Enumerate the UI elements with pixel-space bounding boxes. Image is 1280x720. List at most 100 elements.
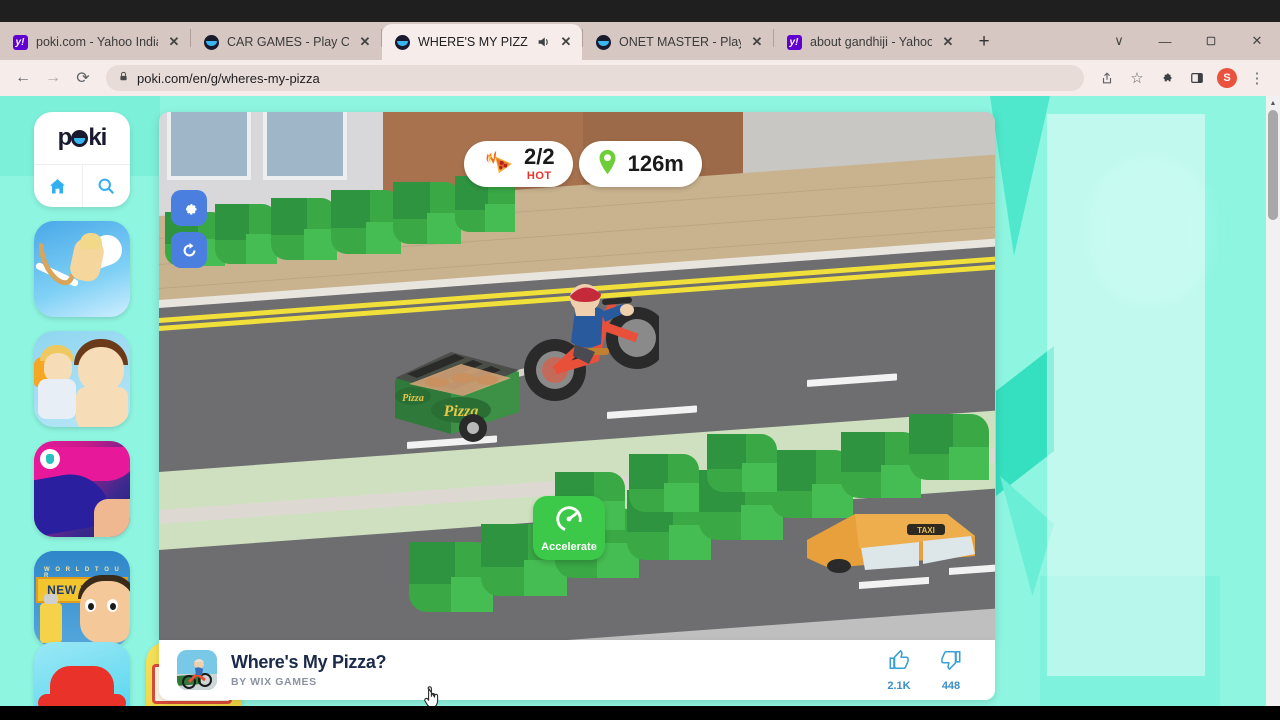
close-icon[interactable]: ✕	[357, 34, 373, 50]
hud-pizza-status: 2/2 HOT	[464, 141, 573, 187]
flaming-pizza-icon	[482, 148, 514, 181]
bush	[909, 414, 989, 480]
character-eye	[107, 599, 118, 612]
profile-avatar[interactable]: S	[1212, 63, 1242, 93]
side-panel-icon[interactable]	[1182, 63, 1212, 93]
like-button[interactable]: 2.1K	[873, 649, 925, 692]
minimize-button[interactable]: —	[1142, 22, 1188, 60]
pizza-state: HOT	[526, 170, 552, 182]
poki-o-glyph	[71, 130, 89, 147]
browser-menu-icon[interactable]: ⋮	[1242, 63, 1272, 93]
tab-title: poki.com - Yahoo India Se	[36, 35, 158, 49]
thumbs-up-icon	[888, 649, 910, 676]
close-icon[interactable]: ✕	[940, 34, 956, 50]
poki-icon	[394, 34, 410, 50]
tab-title: WHERE'S MY PIZZA?	[418, 35, 528, 49]
scrollbar-thumb[interactable]	[1268, 110, 1278, 220]
bush	[629, 454, 699, 512]
game-thumbnail[interactable]	[177, 650, 217, 690]
window-pane	[167, 112, 251, 180]
maximize-button[interactable]	[1188, 22, 1234, 60]
character-body	[76, 387, 128, 427]
game-hud: 2/2 HOT 126m	[464, 141, 702, 187]
restart-button[interactable]	[171, 232, 207, 268]
yahoo-icon: y!	[786, 34, 802, 50]
lock-icon	[118, 71, 129, 85]
page-content: A D V E R T I S E M E N T pki	[0, 96, 1280, 706]
character-eye	[85, 599, 96, 612]
bookmark-star-icon[interactable]: ☆	[1122, 63, 1152, 93]
sidebar-thumb-red-game-partial[interactable]	[34, 642, 130, 706]
badge-icon	[40, 449, 60, 469]
tab-about-gandhiji[interactable]: y! about gandhiji - Yahoo In ✕	[774, 24, 964, 60]
tab-car-games[interactable]: CAR GAMES - Play Car Ga ✕	[191, 24, 381, 60]
character-hair	[80, 233, 102, 249]
settings-button[interactable]	[171, 190, 207, 226]
tab-wheres-my-pizza[interactable]: WHERE'S MY PIZZA? ✕	[382, 24, 582, 60]
sidebar-thumb-angel-archer-game[interactable]	[34, 221, 130, 317]
back-icon[interactable]: ←	[8, 63, 38, 93]
game-author: BY WIX GAMES	[231, 676, 317, 688]
dislike-count: 448	[941, 679, 961, 692]
dislike-button[interactable]: 448	[925, 649, 977, 692]
close-icon[interactable]: ✕	[558, 34, 574, 50]
yahoo-icon: y!	[12, 34, 28, 50]
sidebar-thumb-shape-shift-game[interactable]	[34, 441, 130, 537]
page-scrollbar[interactable]: ▲	[1266, 96, 1280, 706]
forward-icon[interactable]: →	[38, 63, 68, 93]
character-body	[38, 379, 76, 419]
search-icon[interactable]	[81, 165, 131, 207]
bush	[271, 198, 337, 260]
hud-pizza-readout: 2/2 HOT	[524, 144, 555, 183]
reload-icon[interactable]: ⟳	[68, 63, 98, 93]
close-icon[interactable]: ✕	[166, 34, 182, 50]
hud-distance: 126m	[578, 141, 702, 187]
tab-onet-master[interactable]: ONET MASTER - Play One ✕	[583, 24, 773, 60]
screen: y! poki.com - Yahoo India Se ✕ CAR GAMES…	[0, 0, 1280, 720]
pizza-count: 2/2	[524, 144, 555, 169]
tab-title: about gandhiji - Yahoo In	[810, 35, 932, 49]
audio-playing-icon[interactable]	[536, 35, 550, 49]
address-bar[interactable]: poki.com/en/g/wheres-my-pizza	[106, 65, 1084, 91]
character-face	[80, 581, 130, 643]
extensions-puzzle-icon[interactable]	[1152, 63, 1182, 93]
pointer-hand-cursor	[422, 686, 442, 706]
game-title: Where's My Pizza?	[231, 652, 387, 672]
url-text: poki.com/en/g/wheres-my-pizza	[137, 70, 320, 86]
spray-can-icon	[40, 594, 62, 643]
close-window-button[interactable]: ✕	[1234, 22, 1280, 60]
share-icon[interactable]	[1092, 63, 1122, 93]
distance-value: 126m	[627, 151, 684, 176]
sidebar-thumb-subway-surfers-new-york[interactable]: W O R L D T O U R NEW YORK	[34, 551, 130, 647]
close-icon[interactable]: ✕	[749, 34, 765, 50]
left-sidebar: p ki W O R L D T O U R NEW	[34, 112, 130, 647]
scroll-up-arrow[interactable]: ▲	[1266, 96, 1280, 110]
tab-poki-yahoo[interactable]: y! poki.com - Yahoo India Se ✕	[0, 24, 190, 60]
speedometer-icon	[554, 504, 584, 539]
new-tab-button[interactable]: +	[970, 28, 998, 56]
tab-search-button[interactable]: ∨	[1096, 22, 1142, 60]
window-controls: ∨ — ✕	[1096, 22, 1280, 60]
tab-strip: y! poki.com - Yahoo India Se ✕ CAR GAMES…	[0, 22, 1280, 60]
avatar-initial: S	[1217, 68, 1237, 88]
bush	[331, 190, 401, 254]
poki-wordmark: p ki	[57, 124, 108, 151]
poki-icon	[595, 34, 611, 50]
game-scene: TAXI Pizza Pizza 2/2 HOT 126m Accelerate	[159, 112, 995, 640]
map-pin-icon	[597, 149, 618, 180]
poki-logo[interactable]: p ki	[34, 112, 130, 164]
game-info: Where's My Pizza? BY WIX GAMES	[231, 652, 387, 688]
home-icon[interactable]	[34, 165, 82, 207]
browser-toolbar: ← → ⟳ poki.com/en/g/wheres-my-pizza ☆ S …	[0, 60, 1280, 96]
skin-shape	[94, 499, 130, 537]
bush	[707, 434, 777, 492]
tab-title: CAR GAMES - Play Car Ga	[227, 35, 349, 49]
accelerate-button[interactable]: Accelerate	[533, 496, 605, 560]
sidebar-thumb-wrestling-game[interactable]	[34, 331, 130, 427]
poki-logo-card[interactable]: p ki	[34, 112, 130, 207]
poki-icon	[203, 34, 219, 50]
window-titlebar	[0, 0, 1280, 22]
shape-decoration	[50, 666, 114, 706]
bush	[215, 204, 277, 264]
game-canvas[interactable]: TAXI Pizza Pizza 2/2 HOT 126m Accelerate	[159, 112, 995, 640]
